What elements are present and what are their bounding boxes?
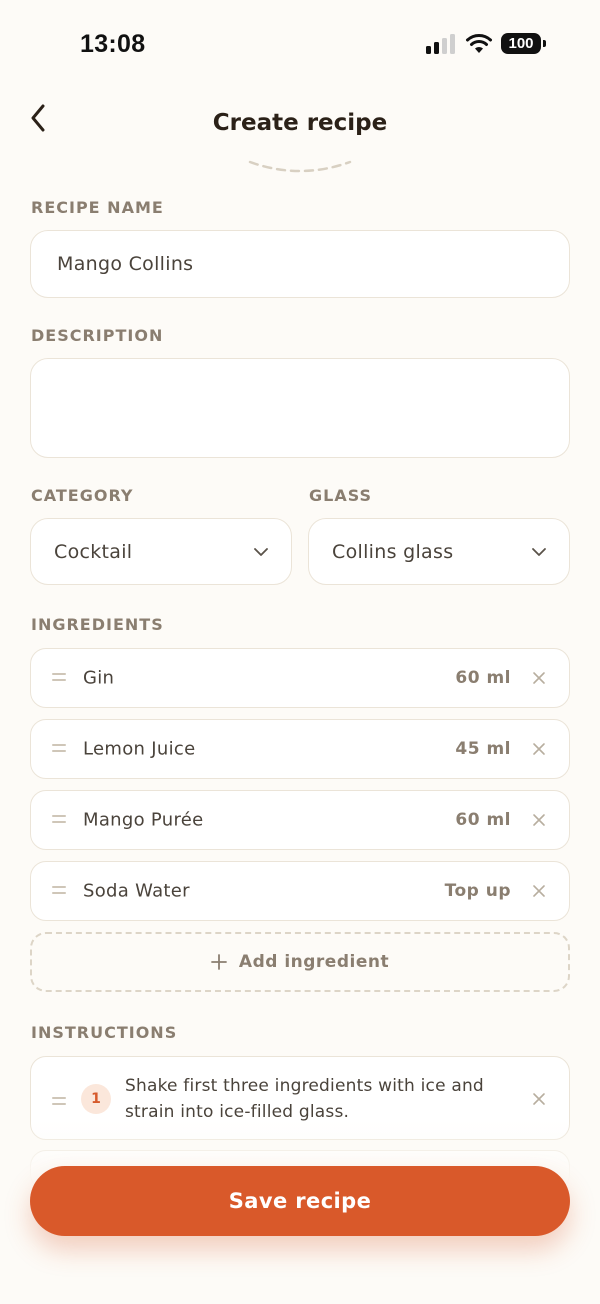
ingredient-row[interactable]: Gin 60 ml bbox=[30, 648, 570, 708]
category-select[interactable]: Cocktail bbox=[30, 518, 292, 585]
chevron-down-icon bbox=[254, 547, 268, 556]
ingredient-amount[interactable]: 60 ml bbox=[455, 668, 511, 688]
glass-select[interactable]: Collins glass bbox=[308, 518, 570, 585]
ingredient-row[interactable]: Lemon Juice 45 ml bbox=[30, 719, 570, 779]
recipe-name-value: Mango Collins bbox=[57, 253, 194, 275]
chevron-down-icon bbox=[532, 547, 546, 556]
add-ingredient-label: Add ingredient bbox=[238, 952, 390, 972]
description-input[interactable] bbox=[30, 358, 570, 458]
close-icon[interactable] bbox=[531, 812, 547, 828]
step-number-badge: 1 bbox=[81, 1084, 111, 1114]
ingredient-amount[interactable]: 45 ml bbox=[455, 739, 511, 759]
header: Create recipe bbox=[0, 96, 600, 156]
instructions-label: INSTRUCTIONS bbox=[31, 1023, 178, 1042]
wifi-icon bbox=[466, 34, 492, 53]
title-decoration bbox=[248, 160, 352, 173]
plus-icon bbox=[211, 954, 227, 970]
ingredients-label: INGREDIENTS bbox=[31, 615, 164, 634]
ingredient-name: Gin bbox=[83, 667, 115, 689]
category-label: CATEGORY bbox=[31, 486, 134, 505]
ingredient-name: Lemon Juice bbox=[83, 738, 196, 760]
status-time: 13:08 bbox=[80, 30, 146, 58]
close-icon[interactable] bbox=[531, 741, 547, 757]
description-label: DESCRIPTION bbox=[31, 326, 164, 345]
glass-value: Collins glass bbox=[332, 540, 454, 563]
instruction-text[interactable]: Shake first three ingredients with ice a… bbox=[125, 1073, 505, 1125]
battery-level: 100 bbox=[508, 35, 534, 52]
status-bar: 13:08 100 bbox=[0, 0, 600, 88]
close-icon[interactable] bbox=[531, 670, 547, 686]
ingredient-amount[interactable]: Top up bbox=[445, 881, 511, 901]
add-ingredient-button[interactable]: Add ingredient bbox=[30, 932, 570, 992]
close-icon[interactable] bbox=[531, 1091, 547, 1107]
signal-icon bbox=[426, 34, 456, 54]
close-icon[interactable] bbox=[531, 883, 547, 899]
recipe-name-label: RECIPE NAME bbox=[31, 198, 164, 217]
battery-icon: 100 bbox=[501, 33, 546, 54]
page-title: Create recipe bbox=[212, 110, 388, 136]
glass-label: GLASS bbox=[309, 486, 373, 505]
ingredient-row[interactable]: Soda Water Top up bbox=[30, 861, 570, 921]
ingredient-amount[interactable]: 60 ml bbox=[455, 810, 511, 830]
recipe-name-input[interactable]: Mango Collins bbox=[30, 230, 570, 298]
ingredient-name: Mango Purée bbox=[83, 809, 204, 831]
ingredient-name: Soda Water bbox=[83, 880, 190, 902]
category-value: Cocktail bbox=[54, 540, 133, 563]
save-recipe-button[interactable]: Save recipe bbox=[30, 1166, 570, 1236]
ingredient-row[interactable]: Mango Purée 60 ml bbox=[30, 790, 570, 850]
